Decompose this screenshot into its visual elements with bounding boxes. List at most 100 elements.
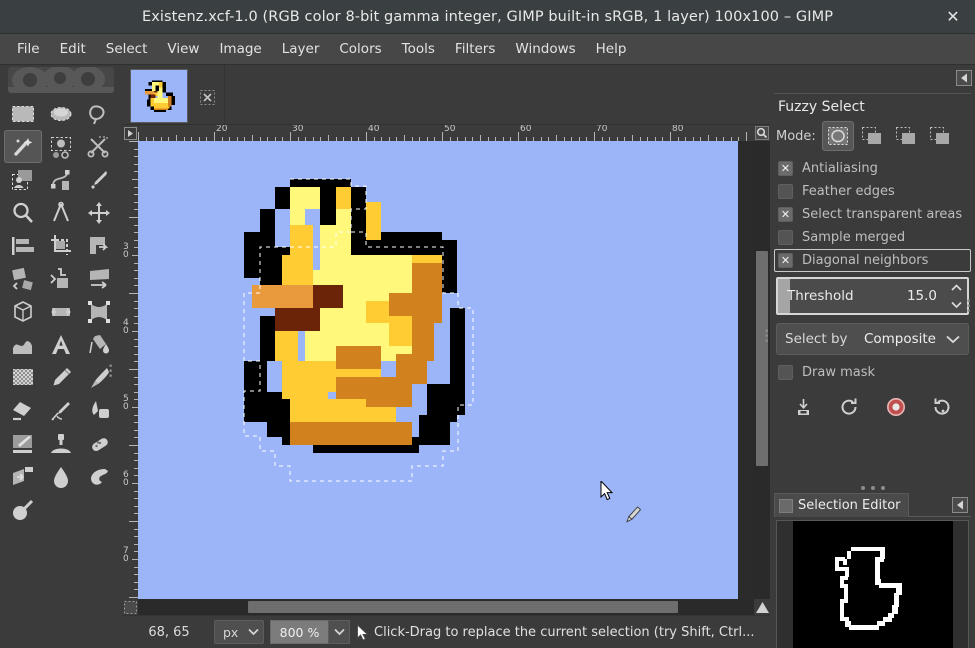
quick-mask-toggle[interactable]: [122, 599, 138, 615]
vertical-ruler[interactable]: 3040506070: [122, 141, 138, 599]
select-by-dropdown[interactable]: Select by Composite: [776, 323, 969, 355]
threshold-spinner[interactable]: [945, 279, 967, 313]
blur-sharpen-tool[interactable]: [42, 460, 80, 493]
draw-mask-checkbox[interactable]: [778, 365, 793, 380]
eraser-tool[interactable]: [4, 394, 42, 427]
threshold-decrement-button[interactable]: [945, 296, 967, 313]
horizontal-scrollbar-thumb[interactable]: [248, 601, 678, 613]
menu-item-tools[interactable]: Tools: [393, 37, 444, 61]
threshold-value[interactable]: 15.0: [907, 288, 937, 304]
vertical-scrollbar[interactable]: [754, 141, 770, 599]
rotate-tool[interactable]: [80, 229, 118, 262]
selection-editor-menu-button[interactable]: [951, 496, 969, 514]
fuzzy-select-tool[interactable]: [4, 130, 42, 163]
mode-intersect-with-selection[interactable]: [924, 121, 956, 151]
menu-item-filters[interactable]: Filters: [446, 37, 504, 61]
zoom-control[interactable]: 800 %: [270, 620, 350, 644]
panel-resize-grip[interactable]: •••: [764, 330, 769, 345]
image-canvas[interactable]: [138, 141, 754, 599]
horizontal-scrollbar[interactable]: [138, 599, 754, 615]
measure-tool[interactable]: [42, 196, 80, 229]
threshold-increment-button[interactable]: [945, 279, 967, 296]
dock-overflow-dots[interactable]: •••: [966, 300, 971, 315]
rectangle-select-tool[interactable]: [4, 97, 42, 130]
ruler-origin-button[interactable]: [122, 125, 138, 141]
zoom-value[interactable]: 800 %: [270, 620, 328, 644]
paths-tool[interactable]: [42, 163, 80, 196]
image-sheet[interactable]: [138, 141, 738, 599]
checkbox-feather-edges[interactable]: [778, 184, 793, 199]
menu-item-edit[interactable]: Edit: [51, 37, 95, 61]
draw-mask-checkbox-row[interactable]: Draw mask: [774, 361, 971, 384]
close-image-tab-button[interactable]: [197, 87, 217, 107]
smudge-tool[interactable]: [80, 460, 118, 493]
mode-replace-selection[interactable]: [822, 121, 854, 151]
ellipse-select-tool[interactable]: [42, 97, 80, 130]
dodge-burn-tool[interactable]: [4, 493, 42, 526]
checkbox-sample-merged[interactable]: [778, 230, 793, 245]
foreground-select-tool[interactable]: [4, 163, 42, 196]
free-select-tool[interactable]: [80, 97, 118, 130]
unified-transform-tool[interactable]: [42, 295, 80, 328]
perspective-clone-tool[interactable]: [4, 460, 42, 493]
mypaint-brush-tool[interactable]: [4, 427, 42, 460]
pencil-tool[interactable]: [42, 361, 80, 394]
checkbox-row-sample-merged[interactable]: Sample merged: [774, 226, 971, 249]
unit-selector[interactable]: px: [214, 620, 264, 644]
selection-preview[interactable]: [776, 520, 969, 648]
checkbox-row-feather-edges[interactable]: Feather edges: [774, 180, 971, 203]
zoom-tool[interactable]: [4, 196, 42, 229]
reset-tool-options-icon[interactable]: [928, 394, 956, 420]
alignment-tool[interactable]: [4, 229, 42, 262]
restore-tool-preset-icon[interactable]: [835, 394, 863, 420]
delete-tool-preset-icon[interactable]: [882, 394, 910, 420]
gradient-tool[interactable]: [4, 361, 42, 394]
menu-item-windows[interactable]: Windows: [506, 37, 584, 61]
horizontal-ruler[interactable]: 20304050607080: [138, 125, 754, 141]
menu-item-image[interactable]: Image: [210, 37, 270, 61]
checkbox-diagonal-neighbors[interactable]: [778, 253, 793, 268]
handle-transform-tool[interactable]: [80, 295, 118, 328]
dock-menu-button[interactable]: [955, 69, 973, 87]
menu-item-select[interactable]: Select: [97, 37, 157, 61]
checkbox-select-transparent-areas[interactable]: [778, 207, 793, 222]
airbrush-tool[interactable]: [42, 394, 80, 427]
heal-tool[interactable]: [80, 427, 118, 460]
dock-resize-grip[interactable]: [770, 483, 975, 493]
checkbox-antialiasing[interactable]: [778, 161, 793, 176]
zoom-dropdown-button[interactable]: [328, 620, 350, 644]
move-tool[interactable]: [80, 196, 118, 229]
crop-tool[interactable]: [42, 229, 80, 262]
menu-item-view[interactable]: View: [158, 37, 208, 61]
menu-item-colors[interactable]: Colors: [330, 37, 390, 61]
3d-transform-tool[interactable]: [4, 295, 42, 328]
mode-add-to-selection[interactable]: [856, 121, 888, 151]
color-picker-tool[interactable]: [80, 163, 118, 196]
navigation-preview-button[interactable]: [754, 599, 770, 615]
scale-tool[interactable]: [4, 262, 42, 295]
tab-selection-editor[interactable]: Selection Editor: [774, 493, 909, 517]
text-tool[interactable]: [42, 328, 80, 361]
mode-subtract-from-selection[interactable]: [890, 121, 922, 151]
bucket-fill-tool[interactable]: [80, 328, 118, 361]
clone-tool[interactable]: [42, 427, 80, 460]
select-by-color-tool[interactable]: [42, 130, 80, 163]
image-tab-thumbnail[interactable]: [130, 69, 188, 123]
toolbox-overflow-dots[interactable]: •••: [108, 365, 113, 380]
vertical-scrollbar-thumb[interactable]: [756, 251, 768, 466]
close-window-button[interactable]: ✕: [941, 5, 965, 29]
shear-tool[interactable]: [42, 262, 80, 295]
menu-item-file[interactable]: File: [8, 37, 49, 61]
checkbox-row-diagonal-neighbors[interactable]: Diagonal neighbors: [774, 249, 971, 272]
checkbox-row-antialiasing[interactable]: Antialiasing: [774, 157, 971, 180]
zoom-image-window-button[interactable]: [754, 125, 770, 141]
menu-item-layer[interactable]: Layer: [273, 37, 329, 61]
checkbox-row-select-transparent-areas[interactable]: Select transparent areas: [774, 203, 971, 226]
save-tool-preset-icon[interactable]: [789, 394, 817, 420]
ink-tool[interactable]: [80, 394, 118, 427]
perspective-tool[interactable]: [80, 262, 118, 295]
scissors-select-tool[interactable]: [80, 130, 118, 163]
threshold-slider[interactable]: Threshold 15.0: [776, 277, 969, 315]
warp-transform-tool[interactable]: [4, 328, 42, 361]
menu-item-help[interactable]: Help: [587, 37, 636, 61]
